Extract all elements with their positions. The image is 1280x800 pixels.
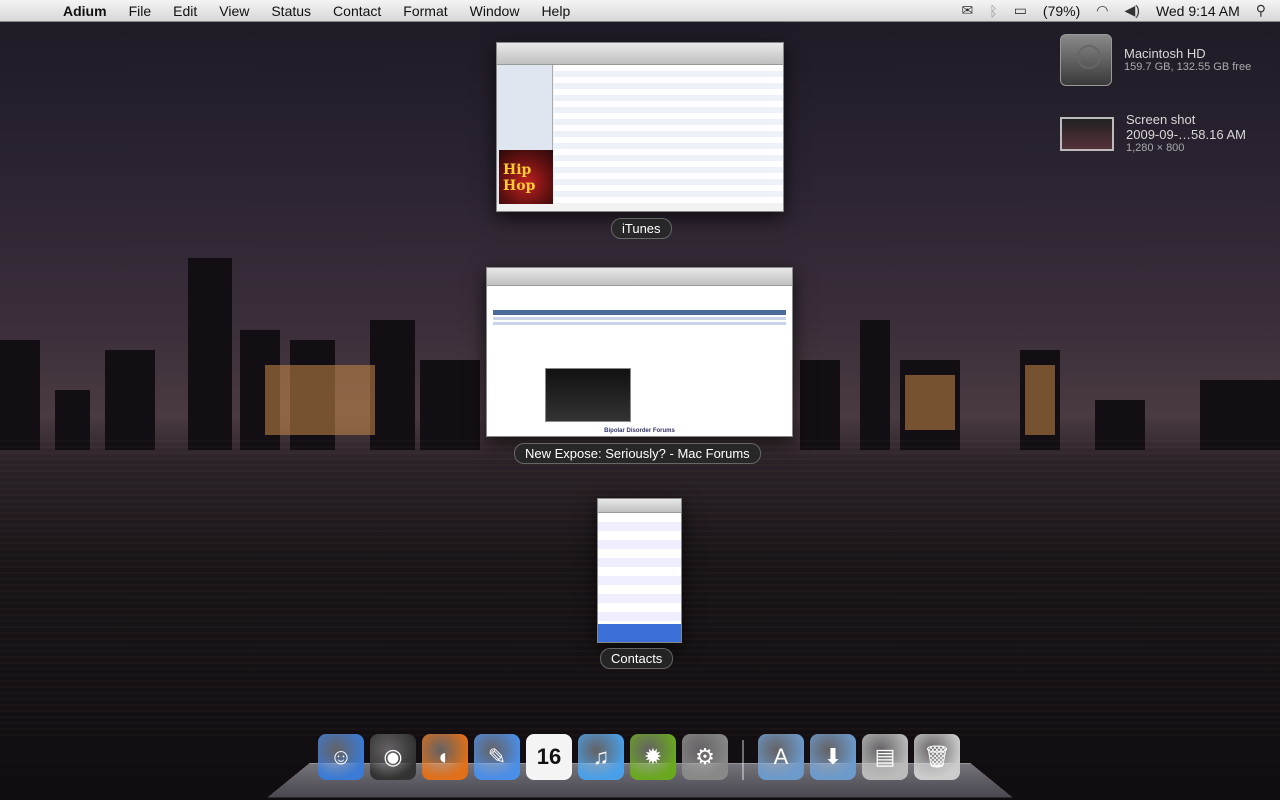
forum-footer-link: Bipolar Disorder Forums (604, 428, 675, 434)
system-preferences-icon[interactable]: ⚙ (682, 734, 728, 780)
forum-screenshot-image (545, 368, 631, 422)
firefox-icon[interactable]: ◐ (422, 734, 468, 780)
desktop-icon-screenshot[interactable]: Screen shot 2009-09-…58.16 AM 1,280 × 80… (1060, 112, 1246, 154)
downloads-folder-icon[interactable]: ⬇ (810, 734, 856, 780)
dashboard-icon[interactable]: ◉ (370, 734, 416, 780)
forum-page: Bipolar Disorder Forums (487, 286, 792, 436)
screenshot-thumbnail-icon (1060, 117, 1114, 151)
itunes-window-label: iTunes (611, 218, 672, 239)
mail-icon[interactable]: ✉ (962, 2, 974, 19)
bluetooth-icon[interactable]: ᛒ (989, 3, 997, 19)
battery-icon[interactable]: ▭ (1014, 2, 1027, 19)
itunes-toolbar (497, 43, 783, 65)
dock-separator (742, 740, 744, 780)
itunes-track-list (554, 65, 783, 203)
menubar-clock[interactable]: Wed 9:14 AM (1156, 3, 1240, 19)
limewire-icon[interactable]: ✹ (630, 734, 676, 780)
itunes-icon[interactable]: ♫ (578, 734, 624, 780)
menu-contact[interactable]: Contact (322, 0, 392, 22)
menu-view[interactable]: View (208, 0, 260, 22)
screenshot-name-line1: Screen shot (1126, 112, 1196, 127)
contacts-titlebar (598, 499, 681, 513)
adium-icon[interactable]: ✎ (474, 734, 520, 780)
screenshot-name-line2: 2009-09-…58.16 AM (1126, 127, 1246, 142)
contacts-selected-group (598, 624, 681, 642)
wifi-icon[interactable]: ◠ (1096, 2, 1108, 19)
menu-bar: Adium File Edit View Status Contact Form… (0, 0, 1280, 22)
spotlight-search-icon[interactable]: ⚲ (1256, 2, 1266, 19)
drive-name: Macintosh HD (1124, 46, 1206, 61)
itunes-window-thumbnail[interactable]: Hip Hop (496, 42, 784, 212)
documents-stack-icon[interactable]: ▤ (862, 734, 908, 780)
menu-help[interactable]: Help (530, 0, 581, 22)
menu-edit[interactable]: Edit (162, 0, 208, 22)
dock: ☺ ◉ ◐ ✎ 16 ♫ ✹ ⚙ A ⬇ ▤ 🗑 (318, 734, 960, 780)
applications-folder-icon[interactable]: A (758, 734, 804, 780)
menu-app-name[interactable]: Adium (52, 0, 118, 22)
firefox-window-thumbnail[interactable]: Bipolar Disorder Forums (486, 267, 793, 437)
menu-file[interactable]: File (118, 0, 163, 22)
trash-icon[interactable]: 🗑 (914, 734, 960, 780)
desktop-icon-macintosh-hd[interactable]: Macintosh HD 159.7 GB, 132.55 GB free (1060, 34, 1251, 86)
screenshot-info: 1,280 × 800 (1126, 142, 1185, 154)
contacts-list (598, 513, 681, 642)
battery-percent[interactable]: (79%) (1043, 3, 1080, 19)
drive-info: 159.7 GB, 132.55 GB free (1124, 61, 1252, 73)
contacts-window-thumbnail[interactable] (597, 498, 682, 643)
menu-status[interactable]: Status (260, 0, 322, 22)
finder-icon[interactable]: ☺ (318, 734, 364, 780)
album-artwork: Hip Hop (499, 150, 553, 204)
menu-window[interactable]: Window (459, 0, 531, 22)
contacts-window-label: Contacts (600, 648, 674, 669)
menu-format[interactable]: Format (392, 0, 458, 22)
hard-drive-icon (1060, 34, 1112, 86)
ical-icon[interactable]: 16 (526, 734, 572, 780)
firefox-toolbar (487, 268, 792, 286)
firefox-window-label: New Expose: Seriously? - Mac Forums (514, 443, 761, 464)
volume-icon[interactable]: ◀) (1125, 2, 1140, 19)
